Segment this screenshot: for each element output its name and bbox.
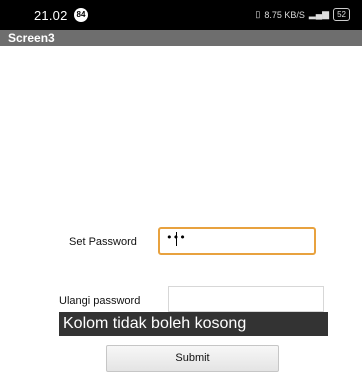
notification-badge-icon: 84	[74, 8, 88, 22]
signal-icon: ▂▄▆	[308, 9, 330, 19]
status-time: 21.02	[34, 8, 68, 23]
net-speed: 8.75 KB/S	[264, 9, 305, 20]
status-icons: ▯ 8.75 KB/S ▂▄▆ 52	[255, 8, 350, 21]
ulangi-password-input[interactable]	[168, 286, 324, 312]
set-password-input[interactable]: •••	[158, 227, 316, 255]
error-toast: Kolom tidak boleh kosong	[59, 312, 328, 336]
text-caret	[176, 232, 177, 246]
set-password-label: Set Password	[69, 236, 137, 248]
title-bar: Screen3	[0, 30, 362, 46]
status-bar: 21.02 84 ▯ 8.75 KB/S ▂▄▆ 52	[0, 0, 362, 30]
ulangi-password-label: Ulangi password	[59, 295, 141, 307]
battery-icon: 52	[333, 8, 350, 21]
vibrate-icon: ▯	[255, 9, 261, 19]
screen-title: Screen3	[8, 31, 55, 45]
submit-button[interactable]: Submit	[106, 345, 279, 372]
